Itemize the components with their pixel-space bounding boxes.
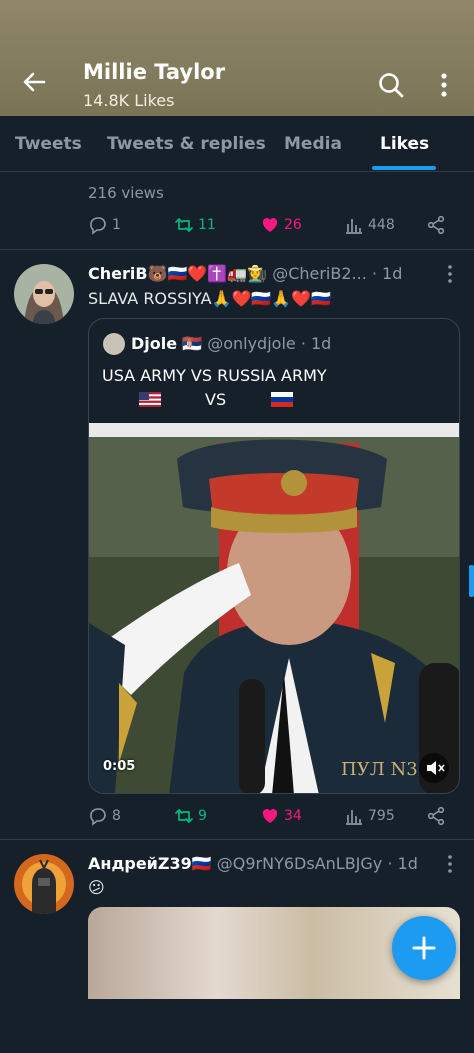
divider: [0, 249, 474, 250]
tweet-header: CheriB🐻🇷🇺❤️✝️🚛👩‍🌾 @CheriB2... · 1d: [88, 264, 402, 283]
analytics-icon: [346, 219, 362, 234]
compose-tweet-button[interactable]: [392, 916, 456, 980]
tweet-actions: 1 11 26 448: [88, 215, 458, 239]
reply-count: 1: [112, 217, 121, 233]
quoted-author-flag: 🇷🇸: [182, 334, 203, 353]
reply-icon: [90, 217, 106, 235]
speaker-muted-icon: [427, 761, 445, 775]
views-button[interactable]: 448: [344, 215, 395, 235]
tweet-time: · 1d: [371, 264, 403, 283]
divider: [0, 839, 474, 840]
tweet-actions: 8 9 34 795: [88, 806, 458, 830]
like-count: 26: [284, 217, 302, 233]
quoted-avatar: [103, 333, 125, 355]
likes-count: 14.8K Likes: [83, 91, 175, 110]
retweet-icon: [175, 809, 193, 823]
like-button[interactable]: 34: [260, 806, 302, 826]
avatar[interactable]: [14, 264, 74, 324]
quoted-text-vs: VS: [205, 390, 227, 409]
author-name[interactable]: АндрейZ39🇷🇺: [88, 854, 212, 873]
retweet-count: 9: [198, 808, 207, 824]
reply-button[interactable]: 1: [88, 215, 121, 235]
quoted-header: Djole 🇷🇸 @onlydjole · 1d: [131, 334, 331, 353]
tab-tweets[interactable]: Tweets: [15, 134, 82, 154]
search-icon[interactable]: [376, 70, 406, 100]
back-arrow-icon[interactable]: [18, 66, 50, 98]
plus-icon: [412, 936, 436, 960]
tab-likes[interactable]: Likes: [380, 134, 429, 154]
reply-count: 8: [112, 808, 121, 824]
quoted-author-handle: @onlydjole: [207, 334, 296, 353]
tweet-more-icon[interactable]: [442, 264, 458, 284]
tab-tweets-replies[interactable]: Tweets & replies: [107, 134, 266, 154]
heart-filled-icon: [262, 809, 278, 823]
share-button[interactable]: [426, 806, 446, 826]
russia-flag-icon: [271, 392, 293, 407]
reply-button[interactable]: 8: [88, 806, 121, 826]
scrollbar[interactable]: [469, 565, 474, 597]
tab-media[interactable]: Media: [284, 134, 342, 154]
tweet-text: 😕: [88, 878, 105, 897]
author-handle[interactable]: @CheriB2...: [272, 264, 367, 283]
us-flag-icon: [139, 392, 161, 407]
more-options-icon[interactable]: [432, 70, 456, 100]
retweet-icon: [175, 218, 193, 232]
quoted-tweet-time: · 1d: [300, 334, 332, 353]
heart-filled-icon: [262, 218, 278, 232]
views-button[interactable]: 795: [344, 806, 395, 826]
quoted-author-name: Djole: [131, 334, 178, 353]
tweet-time: · 1d: [387, 854, 418, 873]
video-player[interactable]: 0:05 ПУЛ N3: [89, 423, 459, 793]
retweet-button[interactable]: 9: [174, 806, 207, 826]
share-button[interactable]: [426, 215, 446, 235]
profile-header: Millie Taylor 14.8K Likes: [0, 0, 474, 116]
video-thumbnail: [89, 423, 459, 793]
tweet-header: АндрейZ39🇷🇺 @Q9rNY6DsAnLBJGy · 1d: [88, 854, 418, 873]
author-handle[interactable]: @Q9rNY6DsAnLBJGy: [217, 854, 383, 873]
quoted-tweet[interactable]: Djole 🇷🇸 @onlydjole · 1d USA ARMY VS RUS…: [88, 318, 460, 794]
reply-icon: [90, 808, 106, 826]
author-name[interactable]: CheriB🐻🇷🇺❤️✝️🚛👩‍🌾: [88, 264, 267, 283]
quoted-text-line1: USA ARMY VS RUSSIA ARMY: [102, 366, 327, 385]
retweet-count: 11: [198, 217, 216, 233]
retweet-button[interactable]: 11: [174, 215, 216, 235]
share-icon: [427, 215, 445, 235]
video-watermark: ПУЛ N3: [341, 759, 418, 780]
active-tab-indicator: [372, 166, 436, 170]
tweet-more-icon[interactable]: [442, 854, 458, 874]
profile-name: Millie Taylor: [83, 60, 226, 84]
mute-button[interactable]: [419, 753, 449, 783]
like-button[interactable]: 26: [260, 215, 302, 235]
like-count: 34: [284, 808, 302, 824]
share-icon: [427, 806, 445, 826]
view-count: 448: [368, 217, 395, 233]
tweet-text: SLAVA ROSSIYA🙏❤️🇷🇺🙏❤️🇷🇺: [88, 289, 332, 308]
profile-tabs: Tweets Tweets & replies Media Likes: [0, 116, 474, 172]
view-count-label: 216 views: [88, 184, 164, 202]
avatar[interactable]: [14, 854, 74, 914]
view-count: 795: [368, 808, 395, 824]
analytics-icon: [346, 810, 362, 825]
video-timestamp: 0:05: [103, 759, 136, 774]
